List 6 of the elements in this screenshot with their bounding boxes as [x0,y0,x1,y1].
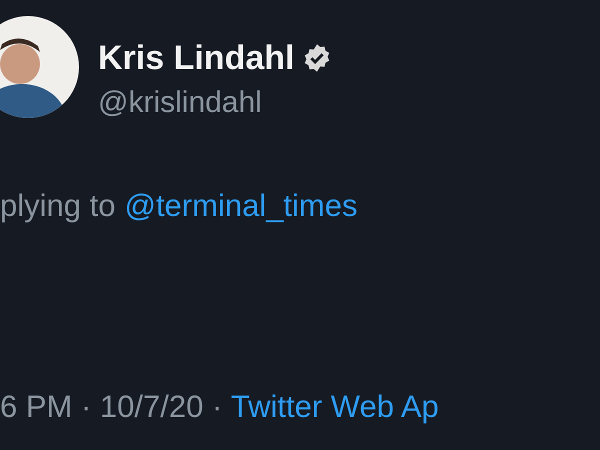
author-handle[interactable]: @krislindahl [98,86,332,120]
source-link[interactable]: Twitter Web Ap [230,389,439,425]
author-name[interactable]: Kris Lindahl [98,38,294,78]
tweet-timestamp[interactable]: 6 PM · 10/7/20 · [0,389,231,425]
mention-link[interactable]: @terminal_times [124,188,358,224]
replying-to-label: plying to [0,188,116,224]
